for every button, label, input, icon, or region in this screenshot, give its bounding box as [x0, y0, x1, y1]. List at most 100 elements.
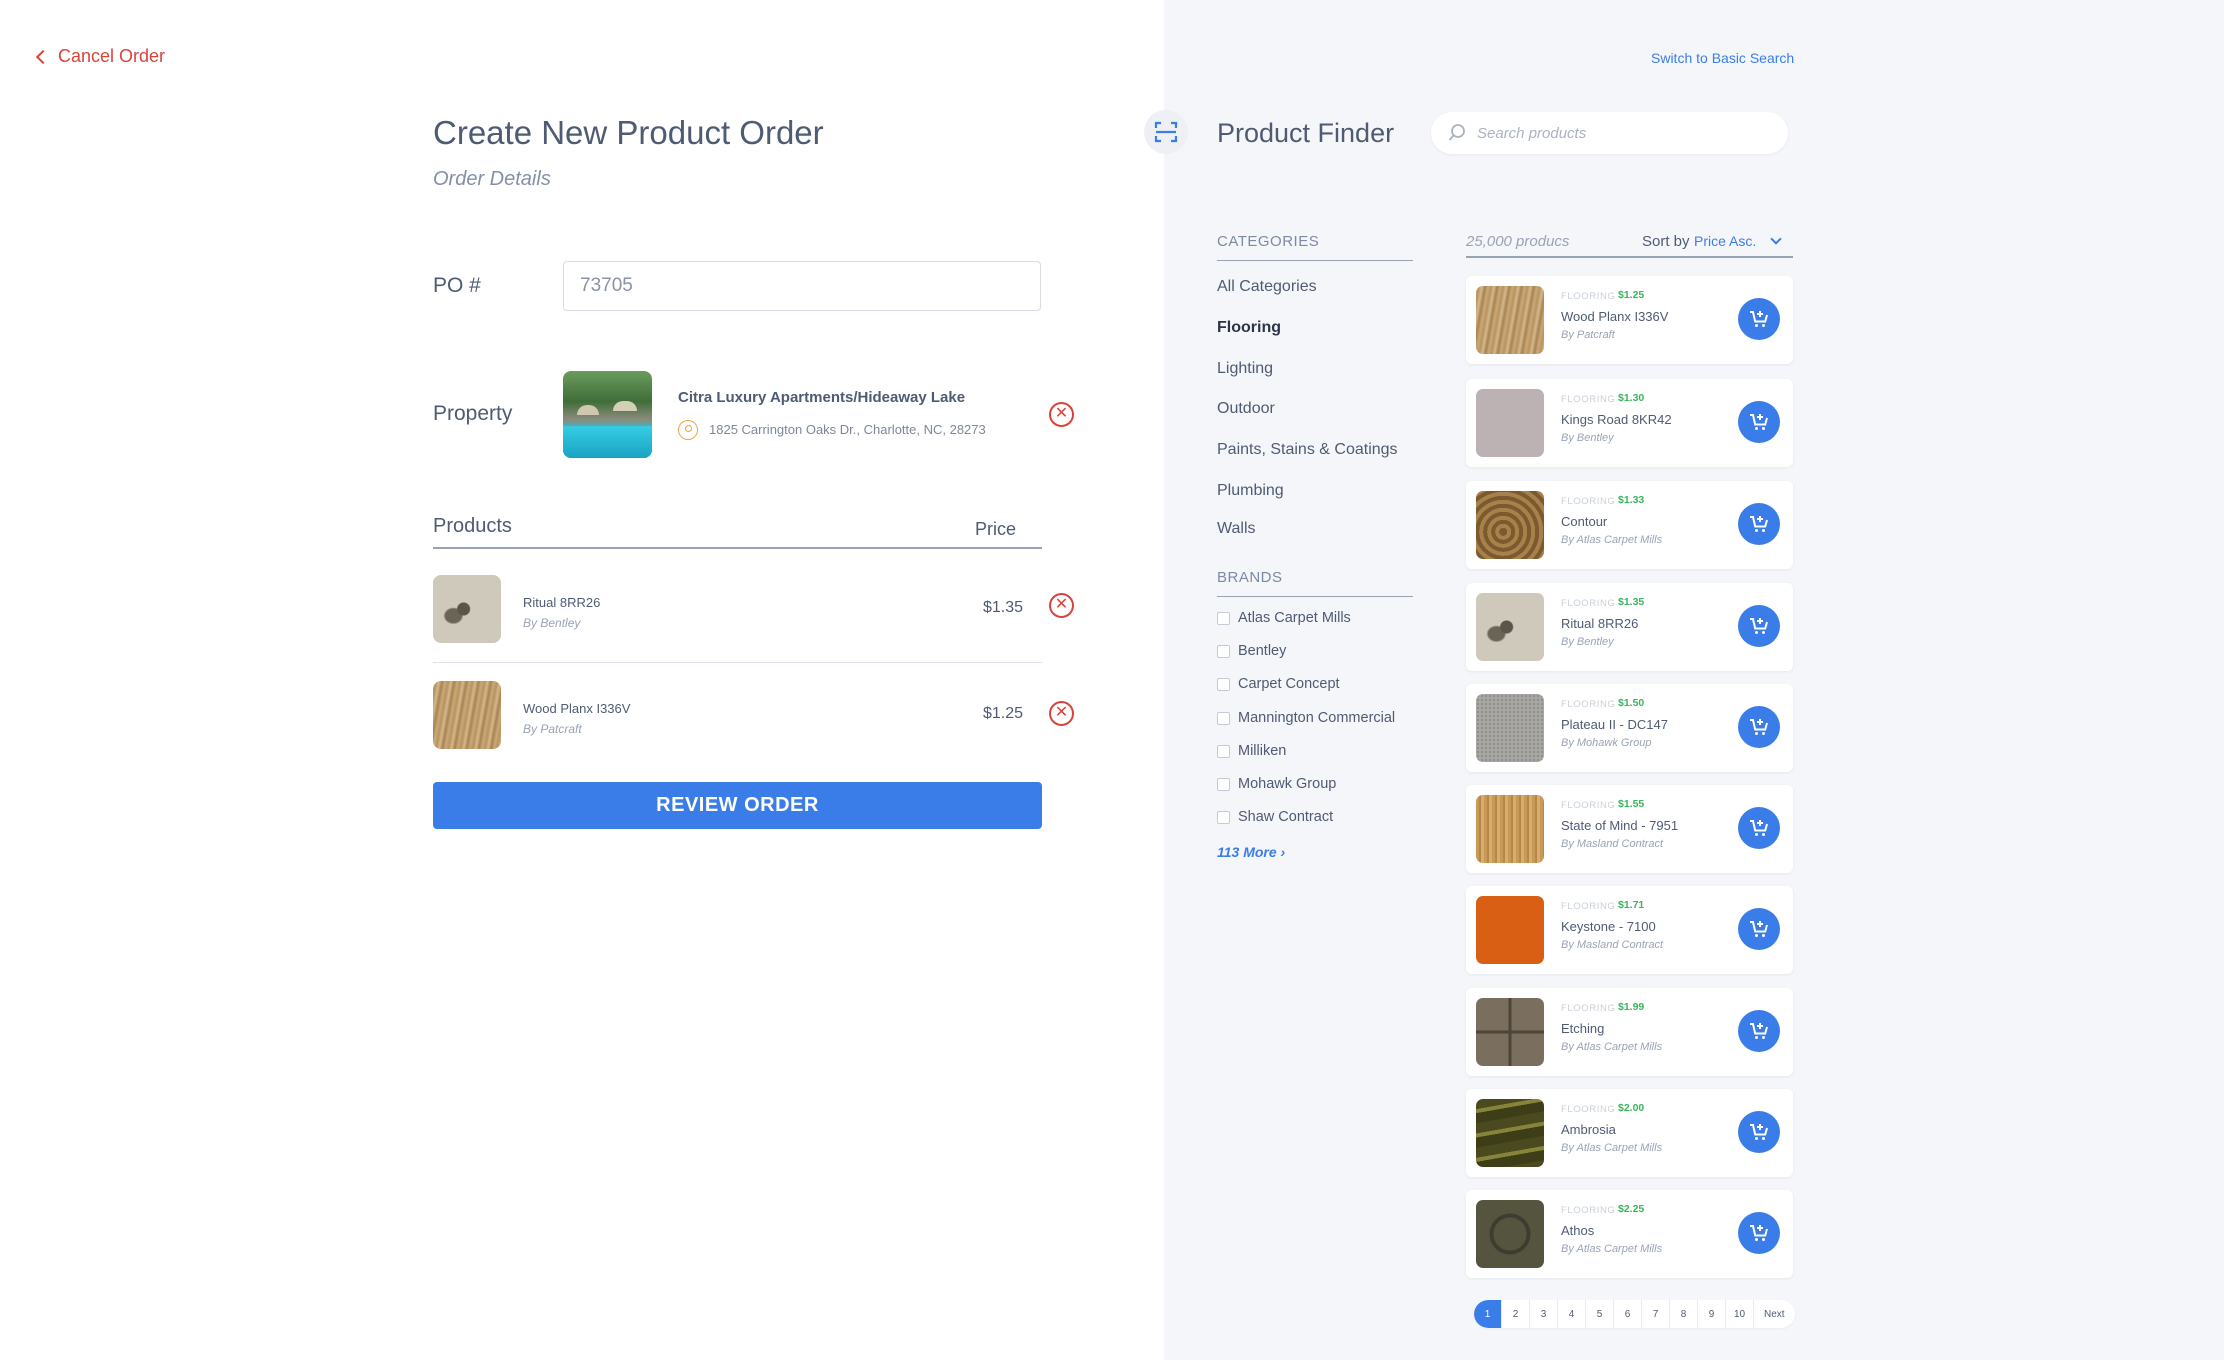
product-brand: By Masland Contract: [1561, 838, 1664, 850]
cancel-order-link[interactable]: Cancel Order: [34, 46, 165, 67]
product-card[interactable]: FLOORING $1.30 Kings Road 8KR42 By Bentl…: [1466, 379, 1793, 467]
brand-filter[interactable]: Atlas Carpet Mills: [1217, 610, 1351, 626]
category-lighting[interactable]: Lighting: [1217, 360, 1273, 378]
page-10-button[interactable]: 10: [1726, 1300, 1754, 1328]
switch-to-basic-search-link[interactable]: Switch to Basic Search: [1651, 50, 1794, 66]
sort-dropdown[interactable]: Price Asc.: [1694, 233, 1782, 249]
product-card[interactable]: FLOORING $1.55 State of Mind - 7951 By M…: [1466, 785, 1793, 873]
product-name: Athos: [1561, 1223, 1595, 1238]
collapse-panel-button[interactable]: [1144, 110, 1188, 154]
product-card[interactable]: FLOORING $2.25 Athos By Atlas Carpet Mil…: [1466, 1190, 1793, 1278]
checkbox[interactable]: [1217, 677, 1230, 691]
add-to-cart-icon: [1750, 719, 1768, 735]
page-6-button[interactable]: 6: [1614, 1300, 1642, 1328]
brand-filter[interactable]: Mannington Commercial: [1217, 710, 1395, 726]
order-item-row: Ritual 8RR26 By Bentley $1.35: [433, 575, 1042, 681]
product-thumbnail: [1476, 1099, 1544, 1167]
add-to-cart-button[interactable]: [1738, 605, 1780, 647]
brand-label: Mohawk Group: [1238, 776, 1337, 792]
product-category: FLOORING: [1561, 901, 1616, 912]
chevron-down-icon: [1770, 233, 1782, 245]
add-to-cart-icon: [1750, 414, 1768, 430]
product-price: $1.33: [1618, 494, 1645, 506]
remove-item-button[interactable]: ✕: [1049, 701, 1074, 726]
brand-filter[interactable]: Bentley: [1217, 643, 1286, 659]
order-item-name: Wood Planx I336V: [523, 701, 631, 716]
checkbox[interactable]: [1217, 644, 1230, 658]
category-plumbing[interactable]: Plumbing: [1217, 482, 1284, 500]
product-thumbnail: [1476, 389, 1544, 457]
add-to-cart-button[interactable]: [1738, 1212, 1780, 1254]
order-item-price: $1.25: [983, 705, 1024, 722]
product-card[interactable]: FLOORING $1.50 Plateau II - DC147 By Moh…: [1466, 684, 1793, 772]
page-8-button[interactable]: 8: [1670, 1300, 1698, 1328]
review-order-button[interactable]: REVIEW ORDER: [433, 782, 1042, 829]
product-thumbnail: [1476, 593, 1544, 661]
checkbox[interactable]: [1217, 711, 1230, 725]
product-card[interactable]: FLOORING $1.25 Wood Planx I336V By Patcr…: [1466, 276, 1793, 364]
brand-filter[interactable]: Mohawk Group: [1217, 776, 1336, 792]
search-icon: [1448, 124, 1465, 141]
product-card[interactable]: FLOORING $1.33 Contour By Atlas Carpet M…: [1466, 481, 1793, 569]
product-price: $1.30: [1618, 392, 1645, 404]
add-to-cart-button[interactable]: [1738, 706, 1780, 748]
add-to-cart-button[interactable]: [1738, 1111, 1780, 1153]
add-to-cart-button[interactable]: [1738, 503, 1780, 545]
page-5-button[interactable]: 5: [1586, 1300, 1614, 1328]
add-to-cart-button[interactable]: [1738, 807, 1780, 849]
order-item-brand: By Bentley: [523, 616, 581, 630]
product-name: State of Mind - 7951: [1561, 818, 1679, 833]
category-all[interactable]: All Categories: [1217, 278, 1317, 296]
remove-item-button[interactable]: ✕: [1049, 593, 1074, 618]
product-card[interactable]: FLOORING $1.99 Etching By Atlas Carpet M…: [1466, 988, 1793, 1076]
add-to-cart-button[interactable]: [1738, 401, 1780, 443]
chevron-left-icon: [35, 49, 51, 64]
product-price: $2.25: [1618, 1203, 1645, 1215]
page-1-button[interactable]: 1: [1474, 1300, 1502, 1328]
category-paints[interactable]: Paints, Stains & Coatings: [1217, 441, 1398, 459]
product-price: $1.71: [1618, 899, 1645, 911]
pagination: 1 2 3 4 5 6 7 8 9 10 Next: [1474, 1300, 1795, 1328]
product-category: FLOORING: [1561, 1003, 1616, 1014]
page-2-button[interactable]: 2: [1502, 1300, 1530, 1328]
category-flooring[interactable]: Flooring: [1217, 319, 1281, 337]
brand-filter[interactable]: Carpet Concept: [1217, 676, 1340, 692]
page-9-button[interactable]: 9: [1698, 1300, 1726, 1328]
product-card[interactable]: FLOORING $2.00 Ambrosia By Atlas Carpet …: [1466, 1089, 1793, 1177]
add-to-cart-icon: [1750, 311, 1768, 327]
add-to-cart-button[interactable]: [1738, 908, 1780, 950]
page-7-button[interactable]: 7: [1642, 1300, 1670, 1328]
page-4-button[interactable]: 4: [1558, 1300, 1586, 1328]
brand-filter[interactable]: Shaw Contract: [1217, 809, 1333, 825]
page-3-button[interactable]: 3: [1530, 1300, 1558, 1328]
cancel-order-label: Cancel Order: [58, 46, 166, 66]
product-card[interactable]: FLOORING $1.71 Keystone - 7100 By Maslan…: [1466, 886, 1793, 974]
product-price: $1.25: [1618, 289, 1645, 301]
product-name: Ambrosia: [1561, 1122, 1616, 1137]
product-category: FLOORING: [1561, 800, 1616, 811]
more-brands-link[interactable]: 113 More ›: [1217, 844, 1285, 860]
po-number-input[interactable]: [563, 261, 1041, 311]
product-thumbnail: [1476, 286, 1544, 354]
checkbox[interactable]: [1217, 744, 1230, 758]
add-to-cart-icon: [1750, 921, 1768, 937]
next-page-button[interactable]: Next: [1754, 1300, 1795, 1328]
sort-label: Sort by: [1642, 233, 1690, 250]
checkbox[interactable]: [1217, 777, 1230, 791]
add-to-cart-button[interactable]: [1738, 1010, 1780, 1052]
remove-property-button[interactable]: ✕: [1049, 402, 1074, 427]
search-input[interactable]: [1477, 124, 1767, 142]
category-walls[interactable]: Walls: [1217, 520, 1256, 538]
checkbox[interactable]: [1217, 611, 1230, 625]
checkbox[interactable]: [1217, 810, 1230, 824]
category-outdoor[interactable]: Outdoor: [1217, 400, 1275, 418]
brand-filter[interactable]: Milliken: [1217, 743, 1286, 759]
product-thumbnail: [1476, 795, 1544, 863]
price-column-header: Price: [975, 519, 1017, 539]
divider: [1466, 256, 1793, 258]
add-to-cart-button[interactable]: [1738, 298, 1780, 340]
product-thumbnail: [1476, 896, 1544, 964]
add-to-cart-icon: [1750, 820, 1768, 836]
product-thumbnail: [1476, 998, 1544, 1066]
product-card[interactable]: FLOORING $1.35 Ritual 8RR26 By Bentley: [1466, 583, 1793, 671]
